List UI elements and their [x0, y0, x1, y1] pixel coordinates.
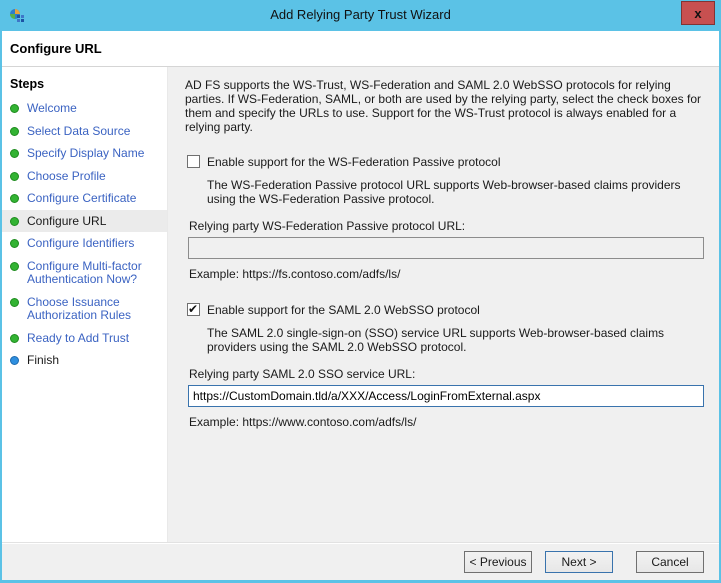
cancel-button[interactable]: Cancel	[636, 551, 704, 573]
sidebar-item-welcome[interactable]: Welcome	[2, 97, 167, 120]
wsfed-checkbox-label[interactable]: Enable support for the WS-Federation Pas…	[207, 155, 500, 169]
previous-button[interactable]: < Previous	[464, 551, 532, 573]
sidebar-item-choose-issuance-rules[interactable]: Choose Issuance Authorization Rules	[2, 291, 167, 327]
sidebar-item-specify-display-name[interactable]: Specify Display Name	[2, 142, 167, 165]
sidebar-item-configure-certificate[interactable]: Configure Certificate	[2, 187, 167, 210]
button-bar: < Previous Next > Cancel	[2, 543, 719, 580]
step-bullet-icon	[10, 261, 19, 271]
saml-url-label: Relying party SAML 2.0 SSO service URL:	[189, 367, 416, 381]
wsfed-example: Example: https://fs.contoso.com/adfs/ls/	[189, 267, 401, 281]
wsfed-url-label: Relying party WS-Federation Passive prot…	[189, 219, 466, 233]
saml-description: The SAML 2.0 single-sign-on (SSO) servic…	[207, 326, 665, 354]
saml-url-input[interactable]	[188, 385, 704, 407]
step-bullet-icon	[10, 356, 19, 365]
sidebar-item-select-data-source[interactable]: Select Data Source	[2, 120, 167, 143]
step-bullet-icon	[10, 149, 19, 158]
saml-checkbox[interactable]	[187, 302, 200, 316]
page-title: Configure URL	[10, 41, 102, 56]
sidebar-item-finish[interactable]: Finish	[2, 349, 167, 372]
title-bar: Add Relying Party Trust Wizard x	[2, 0, 719, 31]
step-bullet-icon	[10, 104, 19, 113]
page-header: Configure URL	[2, 31, 719, 67]
saml-checkbox-label[interactable]: Enable support for the SAML 2.0 WebSSO p…	[207, 303, 480, 317]
intro-text: AD FS supports the WS-Trust, WS-Federati…	[185, 78, 702, 134]
step-bullet-icon	[10, 216, 19, 226]
step-bullet-icon	[10, 126, 19, 136]
dialog-body: Steps Welcome Select Data Source Specify…	[2, 67, 719, 543]
wsfed-description: The WS-Federation Passive protocol URL s…	[207, 178, 681, 206]
step-bullet-icon	[10, 297, 19, 307]
sidebar-item-configure-identifiers[interactable]: Configure Identifiers	[2, 232, 167, 255]
steps-sidebar: Steps Welcome Select Data Source Specify…	[2, 67, 168, 543]
main-content: AD FS supports the WS-Trust, WS-Federati…	[168, 67, 719, 543]
close-icon: x	[694, 5, 702, 21]
step-bullet-icon	[10, 239, 19, 248]
wsfed-checkbox-row[interactable]: Enable support for the WS-Federation Pas…	[187, 155, 704, 169]
steps-heading: Steps	[10, 77, 45, 91]
wsfed-checkbox[interactable]	[187, 155, 200, 168]
sidebar-item-configure-url[interactable]: Configure URL	[2, 209, 167, 232]
window-title: Add Relying Party Trust Wizard	[270, 7, 451, 22]
saml-example: Example: https://www.contoso.com/adfs/ls…	[189, 415, 417, 429]
wizard-window: Add Relying Party Trust Wizard x Configu…	[0, 0, 721, 583]
sidebar-item-choose-profile[interactable]: Choose Profile	[2, 165, 167, 188]
close-button[interactable]: x	[681, 1, 715, 25]
sidebar-item-configure-mfa[interactable]: Configure Multi-factor Authentication No…	[2, 255, 167, 291]
sidebar-item-ready-to-add-trust[interactable]: Ready to Add Trust	[2, 327, 167, 350]
saml-checkbox-row[interactable]: Enable support for the SAML 2.0 WebSSO p…	[187, 302, 704, 317]
wsfed-url-input	[188, 237, 704, 259]
step-bullet-icon	[10, 194, 19, 203]
step-bullet-icon	[10, 171, 19, 181]
next-button[interactable]: Next >	[545, 551, 613, 573]
step-bullet-icon	[10, 333, 19, 343]
